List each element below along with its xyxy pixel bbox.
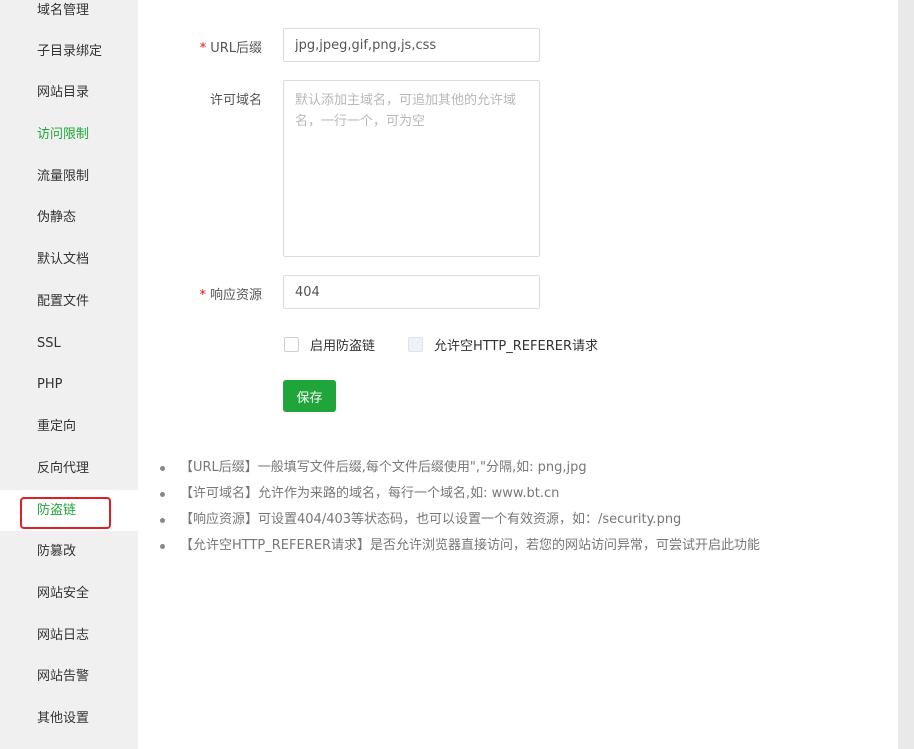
allow-empty-referer-checkbox[interactable] xyxy=(408,336,423,352)
enable-hotlink-option[interactable]: 启用防盗链 xyxy=(284,334,375,354)
save-button[interactable]: 保存 xyxy=(283,380,336,412)
sidebar-item-hotlink-protection[interactable]: 防盗链 xyxy=(0,490,138,531)
url-suffix-label-text: URL后缀 xyxy=(210,41,262,56)
allowed-domains-label: 许可域名 xyxy=(92,89,262,108)
help-note-text: 【URL后缀】一般填写文件后缀,每个文件后缀使用","分隔,如: png,jpg xyxy=(180,460,587,475)
sidebar-item-site-log[interactable]: 网站日志 xyxy=(0,615,138,656)
sidebar-item-tamper-proof[interactable]: 防篡改 xyxy=(0,531,138,572)
allow-empty-referer-option[interactable]: 允许空HTTP_REFERER请求 xyxy=(408,334,598,354)
sidebar-item-reverse-proxy[interactable]: 反向代理 xyxy=(0,448,138,489)
required-mark: * xyxy=(199,41,207,56)
sidebar-item-rewrite[interactable]: 伪静态 xyxy=(0,197,138,238)
help-note: 【响应资源】可设置404/403等状态码，也可以设置一个有效资源，如：/secu… xyxy=(160,509,760,535)
sidebar-item-site-security[interactable]: 网站安全 xyxy=(0,573,138,614)
response-resource-label: * 响应资源 xyxy=(92,284,262,303)
help-notes: 【URL后缀】一般填写文件后缀,每个文件后缀使用","分隔,如: png,jpg… xyxy=(160,457,760,561)
sidebar-item-domain-management[interactable]: 域名管理 xyxy=(0,0,138,31)
response-resource-input[interactable] xyxy=(283,275,540,309)
sidebar-item-php[interactable]: PHP xyxy=(0,364,138,405)
help-note: 【URL后缀】一般填写文件后缀,每个文件后缀使用","分隔,如: png,jpg xyxy=(160,457,760,483)
enable-hotlink-checkbox[interactable] xyxy=(284,336,299,352)
url-suffix-label: * URL后缀 xyxy=(92,37,262,56)
allow-empty-referer-label: 允许空HTTP_REFERER请求 xyxy=(434,338,598,354)
help-note-text: 【许可域名】允许作为来路的域名，每行一个域名,如: www.bt.cn xyxy=(180,486,560,501)
allowed-domains-textarea[interactable] xyxy=(283,80,540,257)
enable-hotlink-label: 启用防盗链 xyxy=(310,338,376,354)
sidebar-item-default-document[interactable]: 默认文档 xyxy=(0,239,138,280)
site-settings-dialog: 域名管理 子目录绑定 网站目录 访问限制 流量限制 伪静态 默认文档 配置文件 … xyxy=(0,0,898,749)
sidebar-item-other-settings[interactable]: 其他设置 xyxy=(0,698,138,739)
help-note: 【允许空HTTP_REFERER请求】是否允许浏览器直接访问，若您的网站访问异常… xyxy=(160,535,760,561)
response-resource-label-text: 响应资源 xyxy=(209,288,262,303)
allowed-domains-label-text: 许可域名 xyxy=(209,93,262,108)
bullet-icon xyxy=(160,518,165,523)
sidebar-item-access-restriction[interactable]: 访问限制 xyxy=(0,114,138,155)
bullet-icon xyxy=(160,466,165,471)
help-note: 【许可域名】允许作为来路的域名，每行一个域名,如: www.bt.cn xyxy=(160,483,760,509)
help-note-text: 【响应资源】可设置404/403等状态码，也可以设置一个有效资源，如：/secu… xyxy=(180,512,682,527)
sidebar-item-site-alert[interactable]: 网站告警 xyxy=(0,656,138,697)
bullet-icon xyxy=(160,544,165,549)
settings-sidebar: 域名管理 子目录绑定 网站目录 访问限制 流量限制 伪静态 默认文档 配置文件 … xyxy=(0,0,138,749)
sidebar-item-redirect[interactable]: 重定向 xyxy=(0,406,138,447)
help-note-text: 【允许空HTTP_REFERER请求】是否允许浏览器直接访问，若您的网站访问异常… xyxy=(180,538,760,553)
sidebar-item-ssl[interactable]: SSL xyxy=(0,323,138,364)
bullet-icon xyxy=(160,492,165,497)
url-suffix-input[interactable] xyxy=(283,28,540,62)
sidebar-item-traffic-limit[interactable]: 流量限制 xyxy=(0,156,138,197)
required-mark: * xyxy=(199,288,206,303)
